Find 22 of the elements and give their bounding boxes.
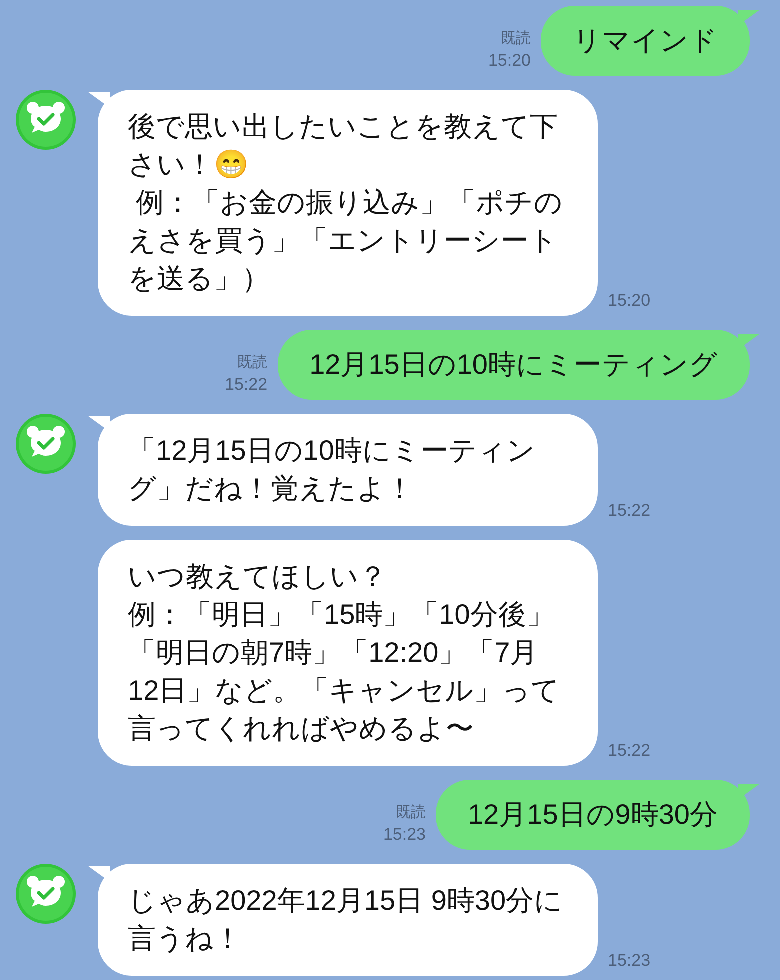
message-text: 後で思い出したいことを教えて下さい！😁 — [128, 110, 559, 182]
message-text: 例：「明日」「15時」「10分後」「明日の朝7時」「12:20」「7月12日」など。「キャンセル」って言ってくれればやめるよ〜 — [128, 598, 562, 746]
message-text: 「12月15日の10時にミーティング」だね！覚えたよ！ — [128, 434, 536, 506]
message-time: 15:22 — [608, 500, 651, 522]
message-text: 12月15日の9時30分 — [468, 798, 718, 832]
read-receipt: 既読 — [238, 353, 268, 373]
message-time: 15:20 — [608, 290, 651, 312]
read-receipt: 既読 — [396, 803, 426, 823]
message-text: じゃあ2022年12月15日 9時30分に言うね！ — [128, 884, 564, 956]
message-time: 15:20 — [488, 50, 531, 72]
message-text: リマインド — [573, 24, 718, 58]
message-text: いつ教えてほしい？ — [128, 560, 388, 594]
message-time: 15:22 — [608, 740, 651, 762]
avatar-icon[interactable] — [16, 90, 76, 150]
message-text: 12月15日の10時にミーティング — [310, 348, 718, 382]
message-time: 15:22 — [225, 374, 268, 396]
message-time: 15:23 — [383, 824, 426, 846]
avatar-icon[interactable] — [16, 864, 76, 924]
message-text: 例：「お金の振り込み」「ポチのえさを買う」「エントリーシートを送る」） — [128, 186, 564, 296]
message-time: 15:23 — [608, 950, 651, 972]
avatar-icon[interactable] — [16, 414, 76, 474]
read-receipt: 既読 — [501, 29, 531, 49]
